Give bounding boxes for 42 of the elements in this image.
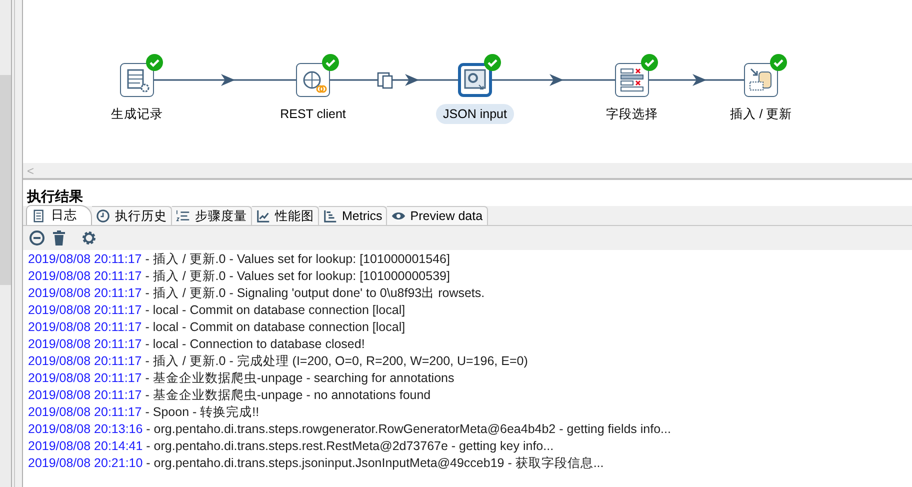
step-label: 插入 / 更新 [728, 106, 794, 123]
hop-arrow[interactable] [492, 74, 615, 86]
step-icon[interactable] [744, 63, 778, 97]
history-icon [96, 208, 111, 224]
log-line: 2019/08/08 20:21:10 - org.pentaho.di.trans.steps.jsoninput.JsonInputMeta@49cceb19 - 获取字段信息... [28, 455, 605, 472]
log-line: 2019/08/08 20:11:17 - local - Commit on database connection [local] [28, 319, 406, 336]
log-line: 2019/08/08 20:11:17 - 插入 / 更新.0 - Values set for lookup: [101000001546] [28, 251, 451, 268]
log-line: 2019/08/08 20:11:17 - 基金企业数据爬虫-unpage - no annotations found [28, 387, 432, 404]
steps-icon [176, 208, 191, 224]
hop-arrow[interactable] [649, 74, 744, 86]
hop-arrow[interactable] [154, 74, 296, 86]
settings-icon[interactable] [81, 230, 97, 246]
log-line: 2019/08/08 20:11:17 - 插入 / 更新.0 - 完成处理 (I=200, O=0, R=200, W=200, U=196, E=0) [28, 353, 529, 370]
panel-title: 执行结果 [26, 187, 84, 206]
step-label: 字段选择 [605, 106, 659, 123]
step-label: REST client [279, 106, 347, 123]
chart-icon [256, 208, 271, 224]
log-line: 2019/08/08 20:11:17 - 插入 / 更新.0 - Values set for lookup: [101000000539] [28, 268, 451, 285]
step-icon[interactable] [296, 63, 330, 97]
tab[interactable]: 步骤度量 [172, 206, 252, 225]
trash-icon[interactable] [52, 230, 66, 246]
log-line: 2019/08/08 20:11:17 - local - Commit on database connection [local] [28, 302, 406, 319]
step-icon[interactable] [120, 63, 154, 97]
log-line: 2019/08/08 20:11:17 - local - Connection to database closed! [28, 336, 366, 353]
log-line: 2019/08/08 20:13:16 - org.pentaho.di.trans.steps.rowgenerator.RowGeneratorMeta@6ea4b4b2 - getting fields info... [28, 421, 672, 438]
tab[interactable]: 日志 [26, 205, 92, 225]
log-line: 2019/08/08 20:14:41 - org.pentaho.di.trans.steps.rest.RestMeta@2d73767e - getting key info... [28, 438, 555, 455]
tab[interactable]: 执行历史 [92, 206, 172, 225]
stop-icon[interactable] [29, 230, 45, 246]
step-icon[interactable] [458, 63, 492, 97]
log-line: 2019/08/08 20:11:17 - 插入 / 更新.0 - Signaling 'output done' to 0\u8f93出 rowsets. [28, 285, 486, 302]
metrics-icon [323, 208, 338, 224]
step-label: JSON input [436, 104, 514, 124]
hop-arrow[interactable] [330, 74, 458, 86]
log-line: 2019/08/08 20:11:17 - 基金企业数据爬虫-unpage - searching for annotations [28, 370, 456, 387]
tab[interactable]: Metrics [319, 206, 388, 225]
tab[interactable]: Preview data [387, 206, 488, 225]
log-line: 2019/08/08 20:11:17 - Spoon - 转换完成!! [28, 404, 260, 421]
scrollbar-thumb[interactable] [0, 75, 11, 285]
step-label: 生成记录 [110, 106, 164, 123]
step-icon[interactable] [615, 63, 649, 97]
tab[interactable]: 性能图 [252, 206, 319, 225]
